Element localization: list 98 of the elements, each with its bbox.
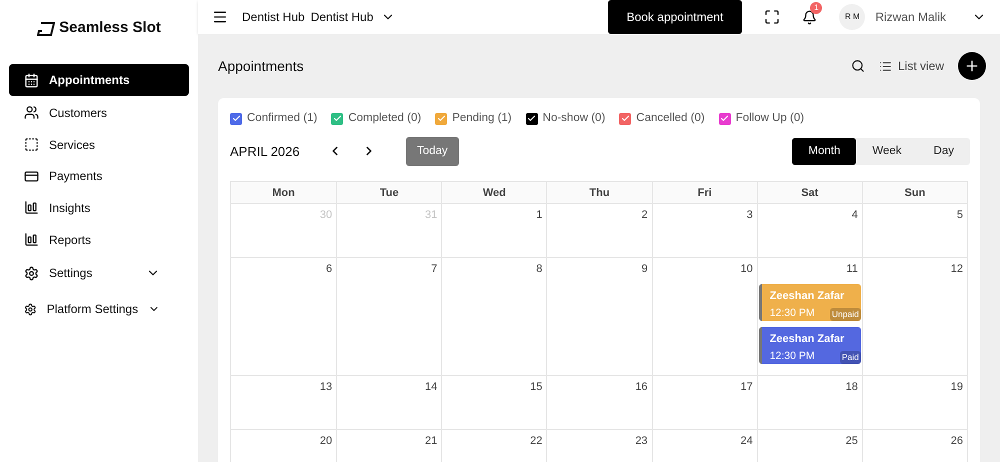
check-icon (720, 114, 730, 124)
check-icon (232, 114, 240, 124)
appointment-time: 12:30 PM (770, 349, 815, 364)
day-number: 11 (846, 262, 858, 278)
day-number: 2 (641, 208, 648, 224)
check-icon (527, 114, 536, 124)
logo-icon (37, 22, 56, 36)
weekday-header: Thu (546, 182, 652, 204)
today-button[interactable]: Today (406, 136, 459, 166)
weekday-header: Sat (756, 182, 862, 204)
sidebar-item[interactable]: Appointments (9, 64, 189, 96)
day-number: 7 (431, 262, 438, 278)
appointment-time: 12:30 PM (770, 306, 815, 322)
weekday-header: Wed (441, 182, 546, 204)
day-number: 21 (425, 434, 438, 450)
sidebar-item[interactable]: Insights (9, 192, 189, 224)
payment-badge: Unpaid (830, 308, 861, 321)
check-icon (332, 114, 342, 124)
legend-label: Pending (1) (452, 111, 512, 126)
weekday-header: Fri (652, 182, 757, 204)
list-view-button[interactable]: List view (878, 57, 944, 75)
weekday-header: Mon (271, 186, 296, 200)
user-avatar[interactable]: R M (839, 4, 866, 30)
day-number: 5 (956, 208, 963, 224)
card-icon (24, 168, 39, 184)
legend-checkbox[interactable] (230, 112, 242, 125)
view-tab[interactable]: Week (856, 138, 918, 165)
appointment-name: Zeeshan Zafar (770, 332, 844, 347)
check-icon (620, 114, 630, 124)
day-number: 13 (320, 380, 332, 396)
day-number: 26 (950, 434, 963, 450)
day-number: 12 (950, 262, 963, 278)
user-name[interactable]: Rizwan Malik (875, 8, 946, 26)
page-title: Appointments (218, 56, 305, 76)
add-button[interactable] (958, 52, 986, 80)
sidebar-item[interactable]: Platform Settings (9, 291, 189, 328)
day-number: 9 (641, 262, 648, 278)
day-number: 25 (846, 434, 858, 450)
organization-name: Dentist Hub (242, 9, 305, 26)
notification-badge: 1 (810, 2, 822, 14)
sidebar-item[interactable]: Customers (9, 97, 189, 129)
check-icon (436, 114, 446, 124)
view-tab[interactable]: Month (792, 138, 856, 165)
day-number: 6 (326, 262, 332, 278)
brand-name: Seamless Slot (59, 18, 161, 38)
day-number: 30 (320, 208, 332, 224)
day-number: 14 (425, 380, 438, 396)
appointment-name: Zeeshan Zafar (770, 288, 844, 304)
day-number: 16 (635, 380, 648, 396)
sidebar-item[interactable]: Settings (9, 255, 189, 292)
day-number: 20 (320, 434, 332, 450)
sidebar-item[interactable]: Payments (9, 160, 189, 192)
day-number: 31 (425, 208, 438, 224)
dashed-square-icon (24, 137, 39, 152)
search-icon[interactable] (850, 59, 865, 73)
organization-dropdown[interactable]: Dentist Hub (310, 8, 396, 26)
appointment-card[interactable]: Zeeshan Zafar 12:30 PM Paid (758, 326, 861, 364)
settings-icon (24, 266, 39, 281)
book-appointment-button[interactable]: Book appointment (608, 0, 742, 34)
day-number: 15 (530, 380, 542, 396)
day-number: 19 (950, 380, 963, 396)
bar-chart-icon (24, 232, 39, 248)
fullscreen-icon[interactable] (764, 9, 780, 25)
menu-icon[interactable] (212, 9, 228, 25)
day-number: 24 (740, 434, 753, 450)
legend-label: Cancelled (0) (636, 111, 705, 126)
weekday-header: Tue (336, 182, 442, 204)
users-icon (24, 105, 39, 120)
notification-icon[interactable] (802, 10, 818, 24)
legend-checkbox[interactable] (619, 112, 632, 125)
day-number: 18 (846, 380, 858, 396)
legend-label: Confirmed (1) (247, 111, 318, 126)
month-title: APRIL 2026 (230, 142, 301, 160)
calendar-icon (24, 72, 39, 88)
day-number: 17 (740, 380, 753, 396)
legend-checkbox[interactable] (331, 112, 344, 125)
day-number: 3 (746, 208, 753, 224)
day-number: 4 (852, 208, 858, 224)
sidebar-item[interactable]: Reports (9, 224, 189, 256)
weekday-header: Sun (862, 182, 967, 204)
list-icon (878, 60, 892, 72)
legend-checkbox[interactable] (526, 112, 538, 125)
sidebar-item[interactable]: Services (9, 128, 189, 160)
legend-label: No-show (0) (542, 111, 606, 126)
bar-chart-icon (24, 200, 39, 216)
view-tab[interactable]: Day (918, 138, 970, 165)
day-number: 23 (635, 434, 648, 450)
day-number: 22 (530, 434, 542, 450)
legend-checkbox[interactable] (718, 112, 731, 125)
plus-icon (964, 58, 980, 74)
payment-badge: Paid (840, 351, 861, 364)
day-number: 8 (536, 262, 542, 278)
legend-label: Completed (0) (348, 111, 422, 126)
day-number: 10 (740, 262, 753, 278)
settings-icon (24, 302, 37, 317)
legend-label: Follow Up (0) (736, 111, 804, 126)
legend-checkbox[interactable] (435, 112, 448, 125)
day-number: 1 (536, 208, 542, 224)
